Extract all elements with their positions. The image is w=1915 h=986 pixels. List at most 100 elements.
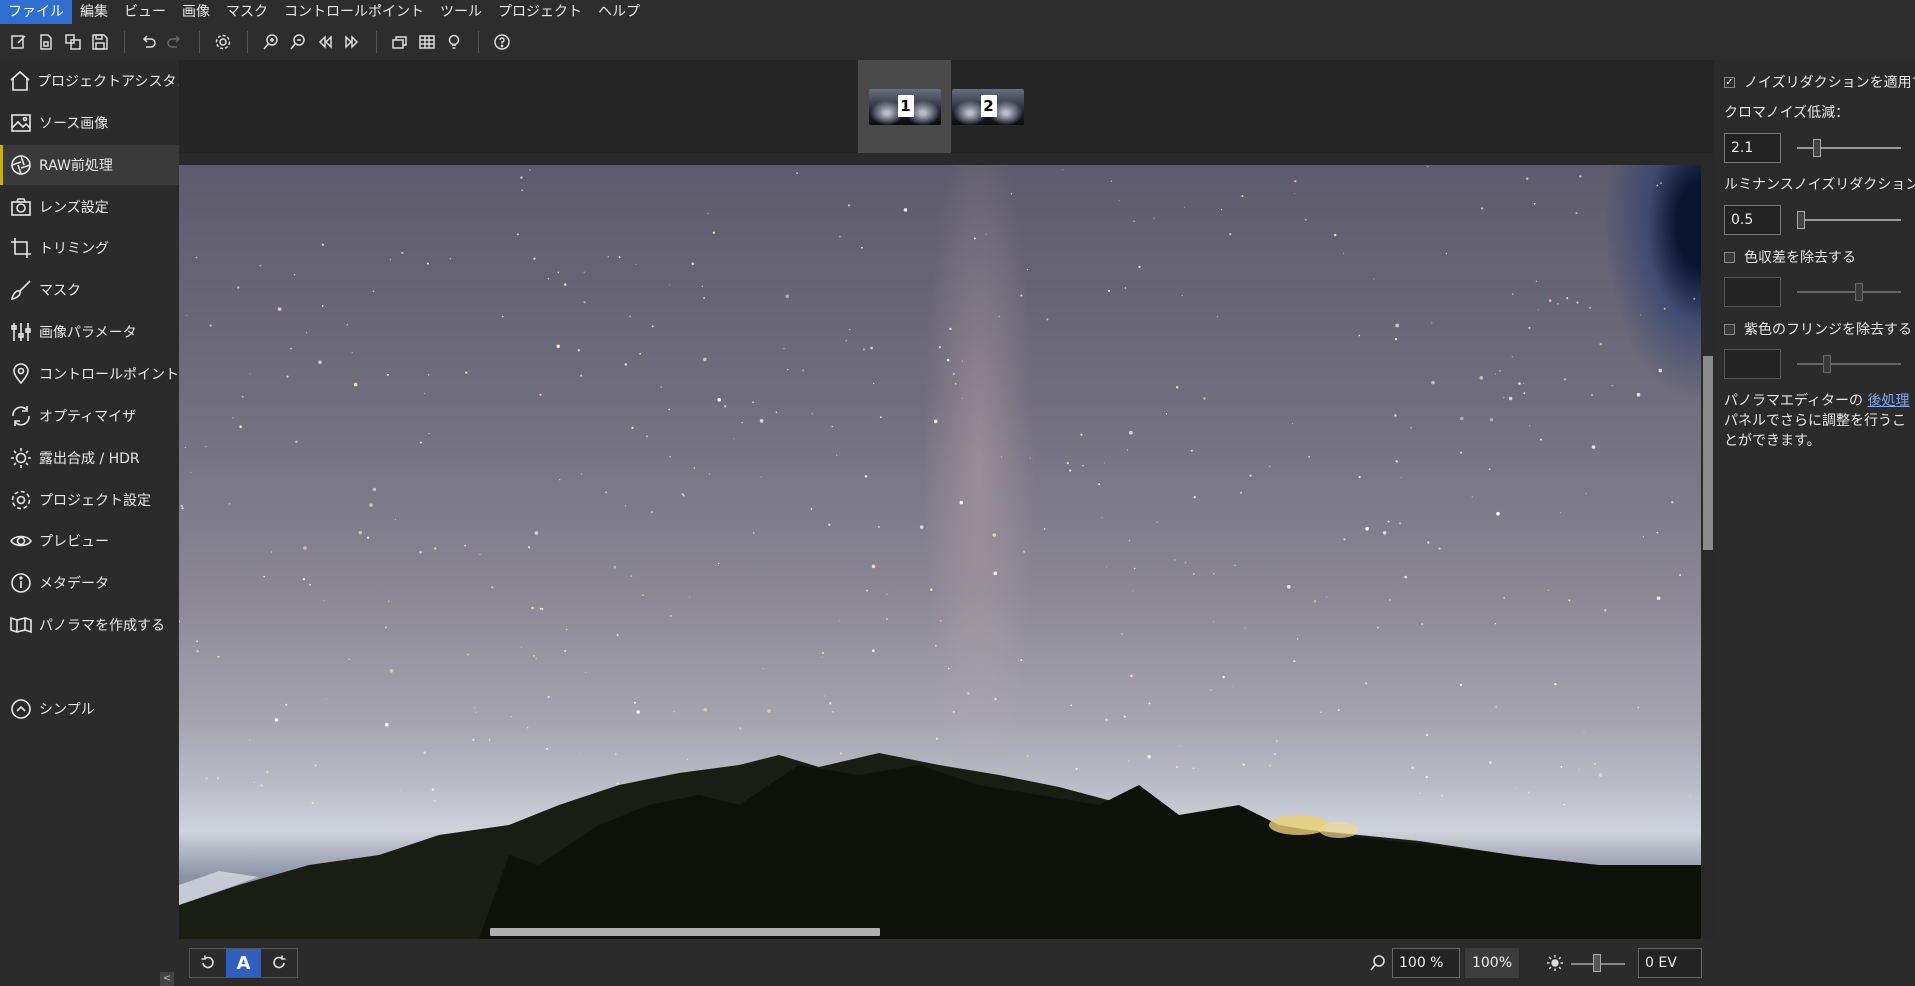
sidebar-item-label: ソース画像 [39,116,109,132]
crop-icon [8,235,34,261]
thumbnail-image: 2 [951,88,1024,125]
menu-edit[interactable]: 編集 [72,0,116,24]
redo-button[interactable] [162,29,188,55]
zoom-out-button[interactable] [285,29,311,55]
grid-button[interactable] [414,29,440,55]
settings-button[interactable] [210,29,236,55]
chroma-noise-slider-handle[interactable] [1813,139,1821,157]
menu-file[interactable]: ファイル [0,0,72,24]
copy-icon [65,34,81,50]
sidebar-simple-toggle[interactable]: シンプル [0,689,179,729]
grid-icon [419,35,435,49]
collapse-sidebar-button[interactable]: < [160,972,174,986]
luminance-noise-input[interactable]: 0.5 [1724,205,1781,235]
sidebar-item-metadata[interactable]: メタデータ [0,563,179,603]
toolbar-separator [376,31,377,53]
vertical-scrollbar[interactable] [1702,165,1714,939]
filmstrip-thumb-2[interactable]: 2 [941,60,1034,153]
purple-fringe-slider-handle[interactable] [1823,355,1831,373]
exposure-ev-input[interactable]: 0 EV [1638,948,1702,978]
eye-icon [8,528,34,554]
bottom-bar: A 100 % 100% 0 EV [179,939,1714,986]
sidebar-item-exposure-hdr[interactable]: 露出合成 / HDR [0,438,179,478]
chroma-noise-input[interactable]: 2.1 [1724,133,1781,163]
zoom-input[interactable]: 100 % [1392,948,1460,978]
menu-view[interactable]: ビュー [116,0,174,24]
info-icon [8,570,34,596]
new-project-button[interactable] [6,29,32,55]
menu-help[interactable]: ヘルプ [590,0,648,24]
luminance-noise-slider-track[interactable] [1797,219,1901,221]
noise-reduction-checkbox-row[interactable]: ✓ ノイズリダクションを適用する [1724,72,1915,92]
sidebar-item-mask[interactable]: マスク [0,270,179,310]
zoom-in-button[interactable] [258,29,284,55]
sidebar-item-create-panorama[interactable]: パノラマを作成する [0,605,179,645]
purple-fringe-checkbox[interactable] [1724,323,1735,335]
open-project-button[interactable] [33,29,59,55]
bulb-button[interactable] [441,29,467,55]
sidebar-item-label: メタデータ [39,576,109,592]
save-button[interactable] [87,29,113,55]
aperture-icon [8,152,34,178]
stack-button[interactable] [387,29,413,55]
menu-mask[interactable]: マスク [218,0,276,24]
purple-fringe-slider-track[interactable] [1797,363,1901,365]
stack-icon [392,36,407,49]
chromatic-aberration-checkbox[interactable] [1724,251,1735,263]
sidebar-item-project-settings[interactable]: プロジェクト設定 [0,480,179,520]
purple-fringe-label: 紫色のフリンジを除去する [1744,322,1912,338]
previous-button[interactable] [312,29,338,55]
sidebar-item-label: 露出合成 / HDR [39,451,140,467]
menu-bar: ファイル 編集 ビュー 画像 マスク コントロールポイント ツール プロジェクト… [0,0,1915,24]
chromatic-aberration-slider-track[interactable] [1797,291,1901,293]
sidebar-item-label: マスク [39,283,81,299]
menu-image[interactable]: 画像 [174,0,218,24]
rotate-right-button[interactable] [261,949,297,977]
sidebar-item-label: コントロールポイント [39,367,179,383]
sidebar-item-label: レンズ設定 [39,200,109,216]
sidebar-item-control-points[interactable]: コントロールポイント [0,354,179,394]
copy-button[interactable] [60,29,86,55]
auto-orientation-button[interactable]: A [225,949,262,977]
sidebar-item-label: 画像パラメータ [39,325,137,341]
post-processing-link[interactable]: 後処理 [1867,393,1909,409]
hill-silhouette [179,753,1701,939]
filmstrip-thumb-1[interactable]: 1 [858,60,951,153]
menu-control-points[interactable]: コントロールポイント [276,0,432,24]
purple-fringe-input[interactable] [1724,349,1781,379]
help-button[interactable] [489,29,515,55]
sidebar-item-crop[interactable]: トリミング [0,228,179,268]
post-processing-note: パノラマエディターの 後処理 パネルでさらに調整を行うことができます。 [1724,391,1910,451]
next-button[interactable] [339,29,365,55]
sidebar-item-image-parameters[interactable]: 画像パラメータ [0,312,179,352]
luminance-noise-label: ルミナンスノイズリダクション: [1724,177,1915,193]
luminance-noise-slider-handle[interactable] [1797,211,1805,229]
chromatic-aberration-checkbox-row[interactable]: 色収差を除去する [1724,247,1856,267]
noise-reduction-checkbox[interactable]: ✓ [1724,76,1735,88]
menu-tools[interactable]: ツール [432,0,490,24]
chromatic-aberration-input[interactable] [1724,277,1781,307]
undo-button[interactable] [135,29,161,55]
chromatic-aberration-slider-handle[interactable] [1855,283,1863,301]
sidebar-item-raw-preprocess[interactable]: RAW前処理 [0,145,179,185]
home-icon [8,68,32,94]
thumbnail-image: 1 [868,88,941,125]
image-viewer[interactable] [179,165,1701,939]
vertical-scroll-thumb[interactable] [1703,356,1713,550]
sidebar-item-preview[interactable]: プレビュー [0,521,179,561]
sidebar-item-optimizer[interactable]: オプティマイザ [0,396,179,436]
panorama-icon [8,612,34,638]
purple-fringe-checkbox-row[interactable]: 紫色のフリンジを除去する [1724,319,1912,339]
sidebar-item-project-assistant[interactable]: プロジェクトアシスタント [0,61,204,101]
sidebar-item-source-images[interactable]: ソース画像 [0,103,179,143]
zoom-100-button[interactable]: 100% [1465,948,1519,978]
horizontal-scroll-thumb[interactable] [490,928,880,936]
sidebar-item-lens-settings[interactable]: レンズ設定 [0,187,179,227]
note-text-before: パノラマエディターの [1724,393,1868,409]
exposure-slider-handle[interactable] [1593,954,1601,972]
previous-icon [318,35,332,49]
image-icon [8,110,34,136]
menu-project[interactable]: プロジェクト [490,0,590,24]
rotate-left-button[interactable] [190,949,226,977]
sidebar-item-label: オプティマイザ [39,409,137,425]
